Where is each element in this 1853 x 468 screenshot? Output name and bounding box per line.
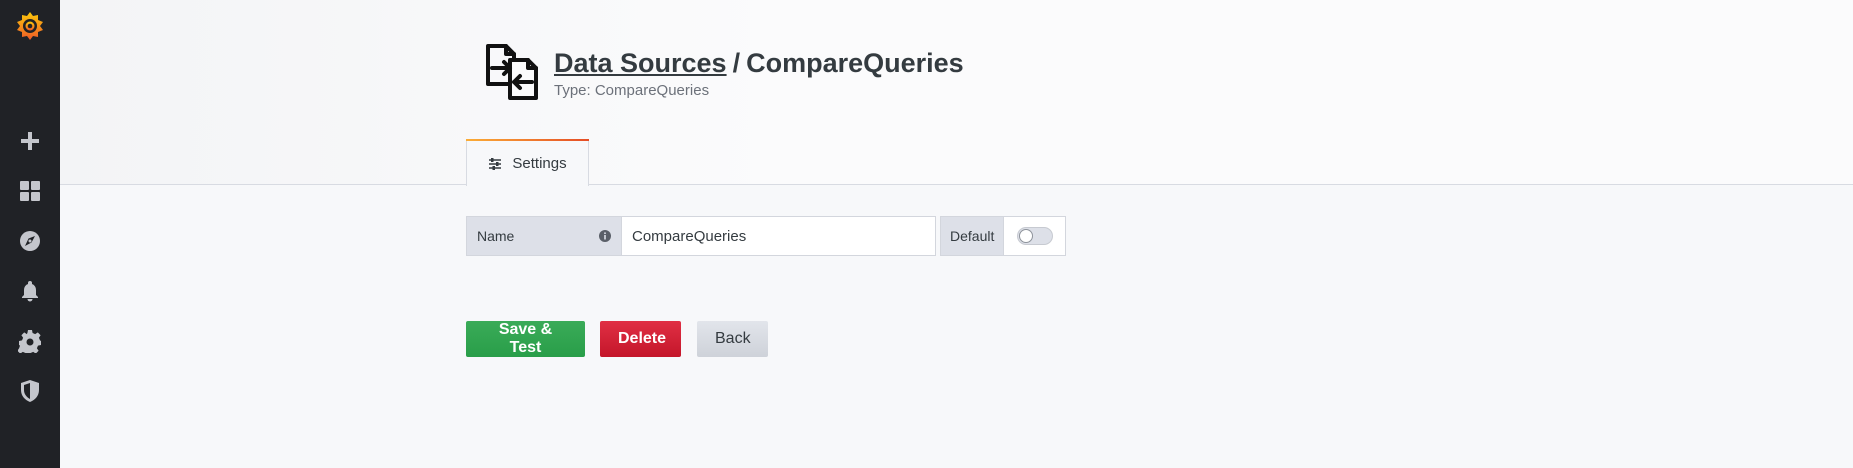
shield-icon [21, 380, 39, 402]
sidebar-item-server-admin[interactable] [0, 366, 60, 416]
name-label: Name [466, 216, 621, 256]
sidebar-item-alerting[interactable] [0, 266, 60, 316]
tab-settings[interactable]: Settings [466, 139, 589, 186]
breadcrumb-data-sources-link[interactable]: Data Sources [554, 48, 727, 78]
name-label-text: Name [477, 228, 515, 244]
active-tab-indicator [466, 139, 589, 141]
sidebar-item-configuration[interactable] [0, 316, 60, 366]
compass-icon [20, 231, 40, 251]
breadcrumb-separator: / [732, 48, 741, 78]
page-header: Data Sources / CompareQueries Type: Compar… [60, 0, 1853, 186]
page-subtitle: Type: CompareQueries [554, 82, 710, 99]
info-icon[interactable] [599, 230, 611, 242]
delete-button[interactable]: Delete [600, 321, 681, 357]
default-label: Default [940, 216, 1003, 256]
bell-icon [22, 281, 38, 302]
grafana-logo-icon[interactable] [14, 10, 46, 42]
default-toggle[interactable] [1016, 227, 1053, 245]
page-title: Data Sources / CompareQueries [554, 48, 964, 79]
datasource-title: CompareQueries [746, 48, 964, 78]
tab-settings-label: Settings [512, 155, 567, 172]
sidebar-item-explore[interactable] [0, 216, 60, 266]
form-actions: Save & Test Delete Back [466, 321, 768, 357]
default-label-text: Default [950, 228, 995, 244]
default-toggle-container[interactable] [1003, 216, 1066, 256]
save-and-test-button[interactable]: Save & Test [466, 321, 585, 357]
back-button[interactable]: Back [697, 321, 768, 357]
name-input[interactable] [621, 216, 936, 256]
sliders-icon [489, 157, 502, 170]
sidebar-item-dashboards[interactable] [0, 166, 60, 216]
apps-icon [20, 181, 40, 201]
cog-icon [18, 330, 41, 353]
compare-queries-icon [480, 40, 544, 104]
datasource-settings-form: Name Default [466, 216, 1066, 256]
sidebar-item-create[interactable] [0, 116, 60, 166]
plus-icon [21, 132, 39, 150]
sidebar [0, 0, 60, 468]
default-toggle-knob [1018, 229, 1033, 243]
